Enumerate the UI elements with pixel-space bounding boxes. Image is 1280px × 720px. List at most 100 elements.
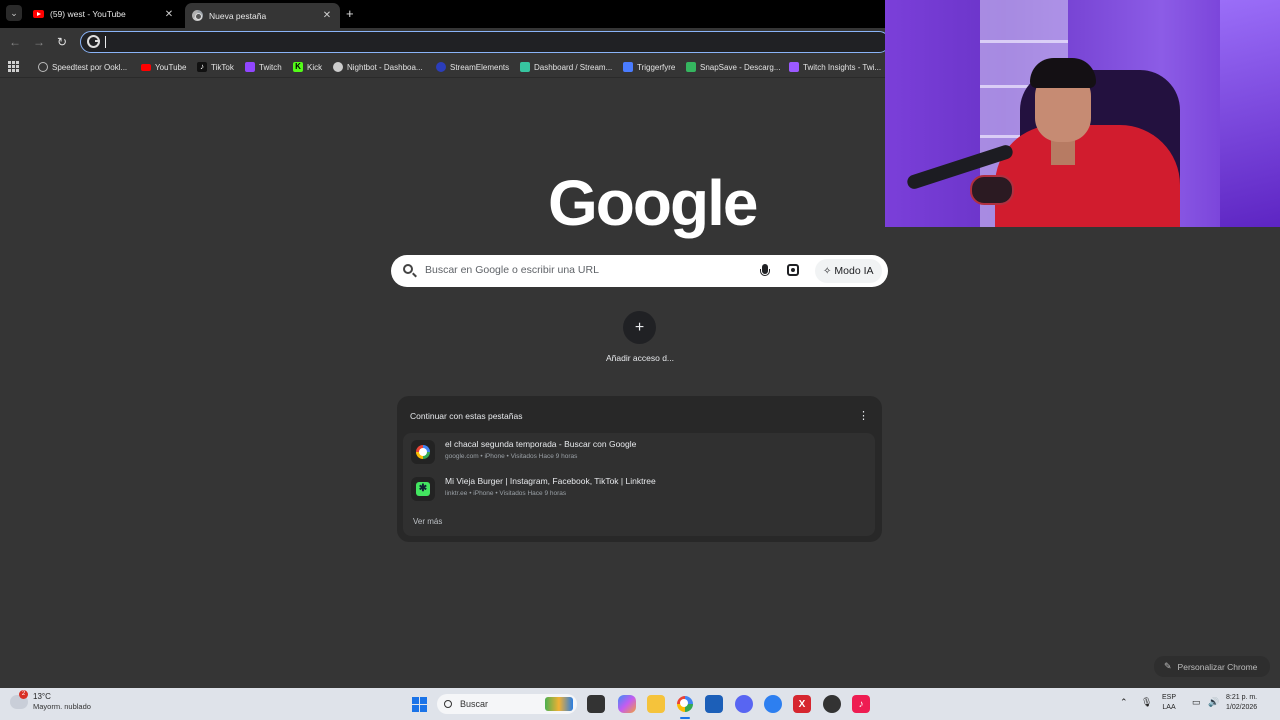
- bookmark-twitch[interactable]: Twitch: [245, 60, 282, 74]
- see-more-link[interactable]: Ver más: [413, 517, 442, 526]
- weather-widget[interactable]: 2 13°C Mayorm. nublado: [10, 690, 91, 712]
- obs-icon[interactable]: [823, 695, 841, 713]
- forward-button[interactable]: →: [33, 35, 45, 49]
- clock[interactable]: 8:21 p. m. 1/02/2026: [1226, 693, 1257, 713]
- google-lens-icon[interactable]: [787, 264, 799, 276]
- streamer-hoodie: [995, 125, 1180, 227]
- network-icon[interactable]: ▭: [1192, 697, 1201, 707]
- search-placeholder: Buscar en Google o escribir una URL: [425, 264, 599, 276]
- task-view-icon[interactable]: [587, 695, 605, 713]
- light-glow: [1220, 0, 1280, 227]
- add-shortcut-button[interactable]: +: [623, 311, 656, 344]
- chrome-icon: [191, 10, 203, 22]
- item-title: Mi Vieja Burger | Instagram, Facebook, T…: [445, 476, 656, 486]
- taskbar-search-label: Buscar: [460, 699, 489, 709]
- twitch-icon: [245, 62, 255, 72]
- triggerfyre-icon: [623, 62, 633, 72]
- card-title: Continuar con estas pestañas: [410, 411, 523, 421]
- tab-search-button[interactable]: ⌄: [6, 5, 22, 21]
- bookmark-label: YouTube: [155, 62, 187, 72]
- google-icon: [87, 35, 100, 48]
- customize-label: Personalizar Chrome: [1177, 661, 1258, 672]
- ai-mode-button[interactable]: ✧ Modo IA: [815, 259, 882, 283]
- ai-sparkle-icon: ✧: [823, 265, 832, 277]
- text-cursor: [105, 36, 106, 48]
- bookmark-snapsave[interactable]: SnapSave - Descarg...: [686, 60, 780, 74]
- search-box[interactable]: Buscar en Google o escribir una URL ✧ Mod…: [391, 255, 888, 287]
- google-icon: [411, 440, 435, 464]
- weather-temp: 13°C: [33, 692, 51, 701]
- chevron-down-icon: ⌄: [10, 7, 18, 18]
- card-list: el chacal segunda temporada - Buscar con…: [403, 433, 875, 536]
- bookmark-kick[interactable]: K Kick: [293, 60, 322, 74]
- bookmark-dashboard[interactable]: Dashboard / Stream...: [520, 60, 612, 74]
- plus-icon: +: [634, 318, 645, 336]
- edge-icon[interactable]: [764, 695, 782, 713]
- notification-badge: 2: [19, 690, 28, 699]
- bookmark-label: SnapSave - Descarg...: [700, 62, 781, 72]
- chevron-up-icon[interactable]: ⌃: [1120, 697, 1128, 707]
- microphone-tray-icon[interactable]: 🎙: [1141, 697, 1152, 707]
- continue-tabs-card: Continuar con estas pestañas ⋮ el chacal…: [397, 396, 882, 542]
- tab-title: (59) west - YouTube: [50, 9, 126, 19]
- twitch-insights-icon: [789, 62, 799, 72]
- tab-new-tab[interactable]: Nueva pestaña ✕: [185, 3, 340, 28]
- weather-condition: Mayorm. nublado: [33, 702, 91, 711]
- item-title: el chacal segunda temporada - Buscar con…: [445, 439, 637, 449]
- bookmark-label: Twitch: [259, 62, 282, 72]
- volume-icon[interactable]: 🔊: [1208, 697, 1219, 707]
- bookmark-label: Dashboard / Stream...: [534, 62, 613, 72]
- bookmark-tiktok[interactable]: ♪ TikTok: [197, 60, 234, 74]
- youtube-icon: [32, 8, 44, 20]
- search-highlight-image: [545, 697, 573, 711]
- taskbar-search[interactable]: Buscar: [437, 694, 577, 714]
- back-button[interactable]: ←: [9, 35, 21, 49]
- more-options-icon[interactable]: ⋮: [858, 409, 869, 422]
- clock-time: 8:21 p. m.: [1226, 694, 1258, 701]
- bookmark-label: StreamElements: [450, 62, 510, 72]
- customize-chrome-button[interactable]: ✎ Personalizar Chrome: [1154, 656, 1270, 677]
- bookmark-streamelements[interactable]: StreamElements: [436, 60, 509, 74]
- chrome-taskbar-icon[interactable]: [676, 695, 694, 713]
- new-tab-button[interactable]: +: [346, 6, 354, 21]
- reload-button[interactable]: ↻: [57, 35, 67, 49]
- start-button[interactable]: [410, 695, 428, 713]
- discord-icon[interactable]: [735, 695, 753, 713]
- nightbot-icon: [333, 62, 343, 72]
- list-item[interactable]: el chacal segunda temporada - Buscar con…: [403, 434, 875, 470]
- tab-youtube[interactable]: (59) west - YouTube ✕: [26, 2, 182, 26]
- streamelements-icon: [436, 62, 446, 72]
- store-icon[interactable]: [705, 695, 723, 713]
- item-meta: google.com • iPhone • Visitados Hace 9 h…: [445, 453, 578, 460]
- tiktok-icon: ♪: [197, 62, 207, 72]
- youtube-icon: [141, 63, 151, 71]
- bookmark-twitch-insights[interactable]: Twitch Insights - Twi...: [789, 60, 881, 74]
- bookmark-youtube[interactable]: YouTube: [141, 60, 186, 74]
- language-indicator[interactable]: ESP LAA: [1162, 693, 1176, 713]
- item-meta: linktr.ee • iPhone • Visitados Hace 9 ho…: [445, 490, 567, 497]
- add-shortcut-label[interactable]: Añadir acceso d...: [590, 353, 690, 363]
- tab-close-button[interactable]: ✕: [162, 9, 176, 20]
- address-bar[interactable]: [80, 31, 890, 53]
- streamer-hair: [1030, 58, 1096, 88]
- tab-close-button[interactable]: ✕: [320, 10, 334, 21]
- bookmark-triggerfyre[interactable]: Triggerfyre: [623, 60, 675, 74]
- bookmark-label: Nightbot - Dashboa...: [347, 62, 423, 72]
- cloud-icon: 2: [10, 690, 28, 709]
- copilot-icon[interactable]: [618, 695, 636, 713]
- tiktok-icon[interactable]: ♪: [852, 695, 870, 713]
- screen: ⌄ (59) west - YouTube ✕ Nueva pestaña ✕ …: [0, 0, 1280, 720]
- file-explorer-icon[interactable]: [647, 695, 665, 713]
- dashboard-icon: [520, 62, 530, 72]
- lang-line-2: LAA: [1162, 704, 1176, 711]
- list-item[interactable]: ✱ Mi Vieja Burger | Instagram, Facebook,…: [403, 471, 875, 507]
- kick-icon: K: [293, 62, 303, 72]
- bookmark-speedtest[interactable]: Speedtest por Ookl...: [38, 60, 127, 74]
- x-app-icon[interactable]: X: [793, 695, 811, 713]
- microphone-icon[interactable]: [760, 264, 770, 276]
- apps-grid-icon[interactable]: [8, 61, 19, 72]
- webcam-overlay: [885, 0, 1280, 227]
- tab-title: Nueva pestaña: [209, 10, 267, 21]
- bookmark-nightbot[interactable]: Nightbot - Dashboa...: [333, 60, 423, 74]
- bookmark-label: Triggerfyre: [637, 62, 676, 72]
